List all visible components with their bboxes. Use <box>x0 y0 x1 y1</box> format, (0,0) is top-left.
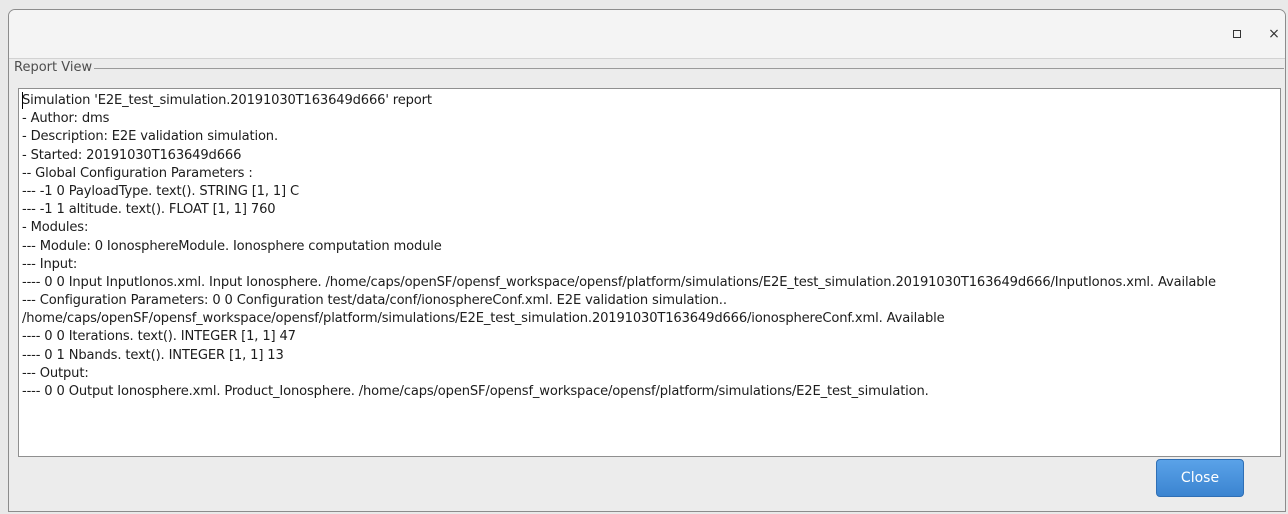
close-button[interactable]: Close <box>1156 459 1244 497</box>
report-line: --- Module: 0 IonosphereModule. Ionosphe… <box>22 238 442 254</box>
report-line: - Description: E2E validation simulation… <box>22 129 278 145</box>
report-view-title: Report View <box>14 60 95 76</box>
report-line: ---- 0 0 Iterations. text(). INTEGER [1,… <box>22 329 296 345</box>
report-line: - Started: 20191030T163649d666 <box>22 147 242 163</box>
window-close-button[interactable]: × <box>1264 24 1284 44</box>
maximize-button[interactable] <box>1227 24 1247 44</box>
report-line: -- Global Configuration Parameters : <box>22 165 253 181</box>
report-line: - Author: dms <box>22 111 110 127</box>
report-line: - Modules: <box>22 220 89 236</box>
report-view-group: Report View Simulation 'E2E_test_simulat… <box>14 60 1284 467</box>
report-line: --- Configuration Parameters: 0 0 Config… <box>22 293 945 327</box>
report-line: --- -1 1 altitude. text(). FLOAT [1, 1] … <box>22 202 276 218</box>
report-line: Simulation 'E2E_test_simulation.20191030… <box>22 93 432 108</box>
report-line: ---- 0 0 Output Ionosphere.xml. Product_… <box>22 384 929 399</box>
report-line: ---- 0 1 Nbands. text(). INTEGER [1, 1] … <box>22 347 284 363</box>
report-text-area[interactable]: Simulation 'E2E_test_simulation.20191030… <box>18 88 1281 457</box>
report-line: --- Output: <box>22 365 89 381</box>
report-dialog-window: × Report View Simulation 'E2E_test_simul… <box>8 9 1286 512</box>
report-line: --- -1 0 PayloadType. text(). STRING [1,… <box>22 183 300 199</box>
maximize-icon <box>1233 30 1241 38</box>
report-line: ---- 0 0 Input InputIonos.xml. Input Ion… <box>22 274 1216 290</box>
report-text: Simulation 'E2E_test_simulation.20191030… <box>22 92 1276 401</box>
close-icon: × <box>1268 26 1280 42</box>
title-bar: × <box>9 10 1285 59</box>
report-line: --- Input: <box>22 256 78 272</box>
